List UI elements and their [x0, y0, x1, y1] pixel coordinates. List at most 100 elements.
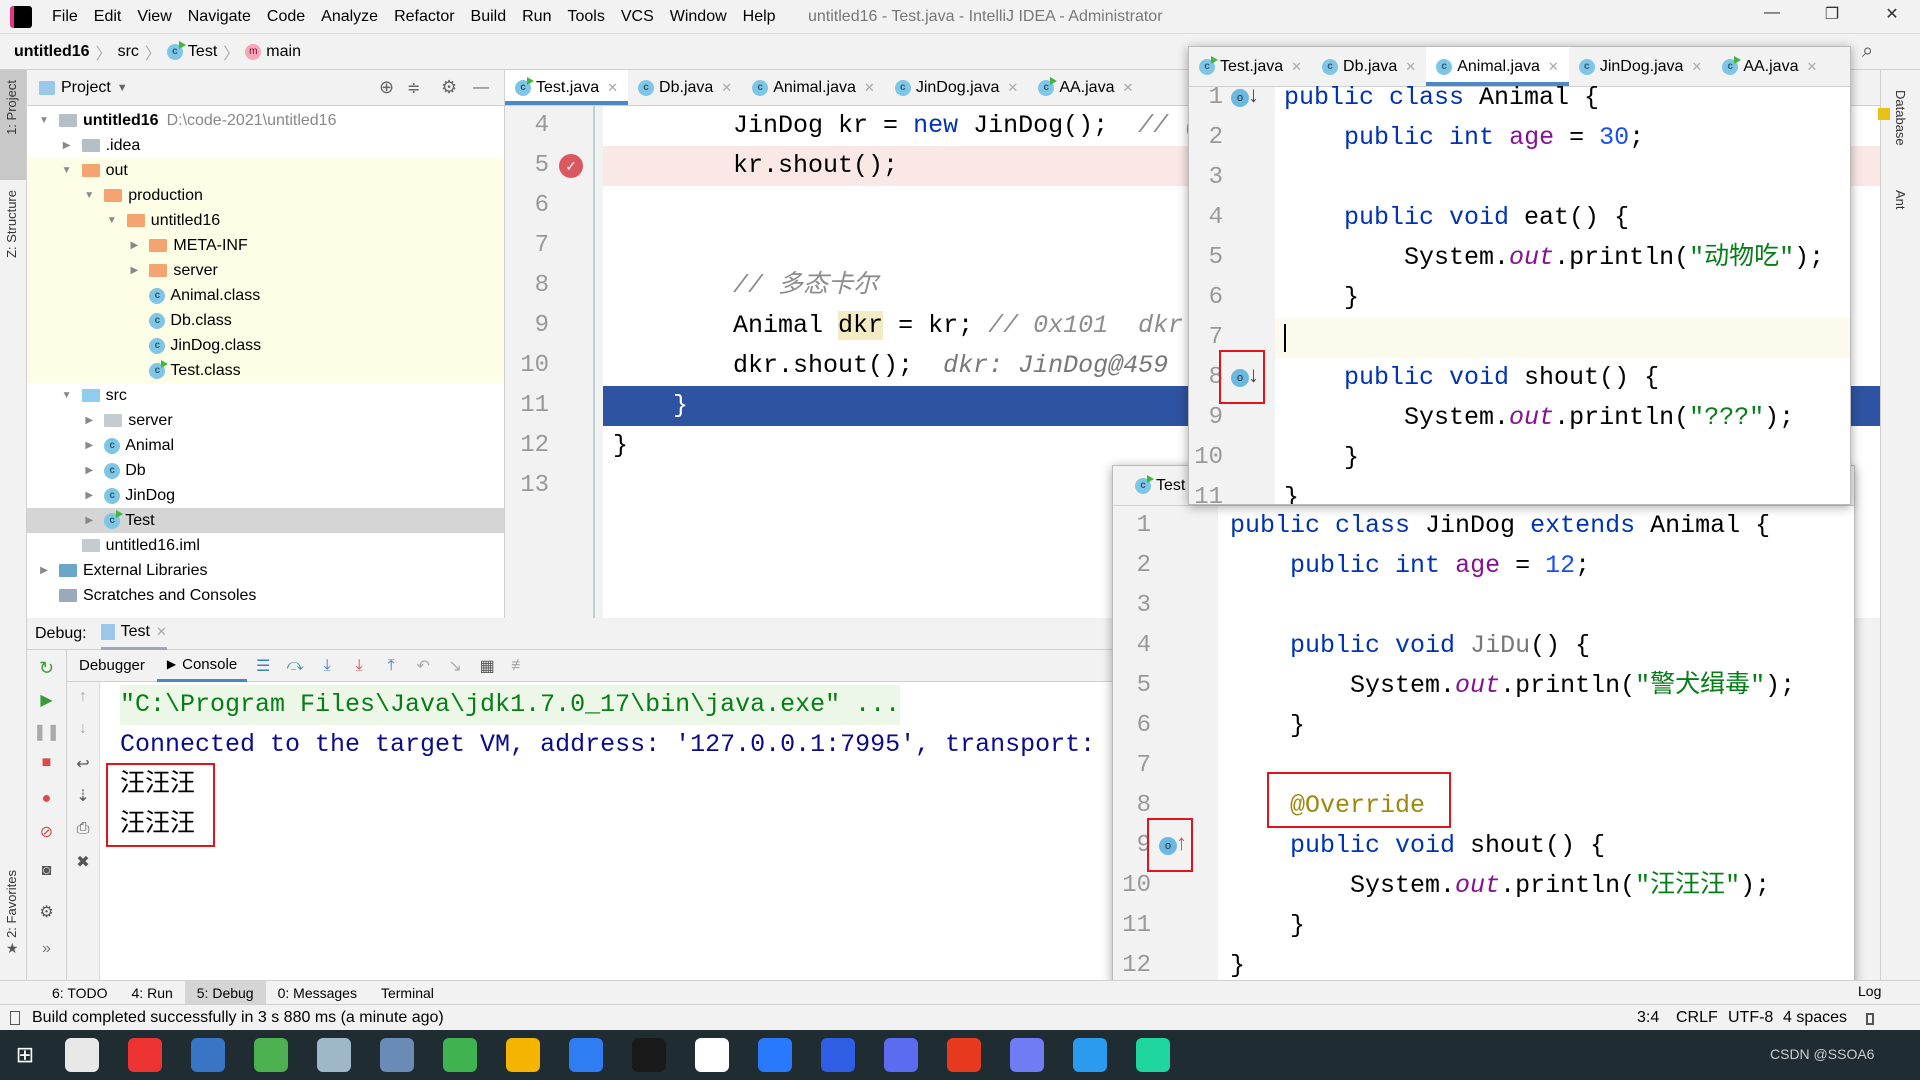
menu-analyze[interactable]: Analyze — [313, 8, 386, 26]
menu-tools[interactable]: Tools — [559, 8, 612, 26]
tree-item[interactable]: ▼ src — [27, 383, 504, 408]
chevron-down-icon[interactable]: ▼ — [117, 82, 128, 94]
breadcrumb-method[interactable]: main — [266, 43, 301, 61]
taskbar-app-icon[interactable] — [1009, 1038, 1044, 1072]
tool-tab-messages[interactable]: 0: Messages — [266, 981, 369, 1005]
taskbar-app-icon[interactable] — [253, 1038, 288, 1072]
close-tab-icon[interactable]: ✕ — [607, 80, 618, 96]
close-tab-icon[interactable]: ✕ — [1691, 59, 1702, 75]
up-icon[interactable]: ↑ — [67, 688, 99, 706]
soft-wrap-icon[interactable]: ↩ — [67, 754, 99, 774]
taskbar-app-icon[interactable] — [757, 1038, 792, 1072]
close-tab-icon[interactable]: ✕ — [1007, 80, 1018, 96]
expanded-arrow-icon[interactable]: ▼ — [105, 215, 119, 226]
force-step-into-icon[interactable]: ⤓ — [343, 657, 375, 675]
project-view-selector[interactable]: Project — [61, 79, 111, 97]
close-button[interactable]: ✕ — [1872, 4, 1912, 30]
taskbar-app-icon[interactable] — [442, 1038, 477, 1072]
collapsed-arrow-icon[interactable]: ▶ — [127, 240, 141, 251]
taskbar-app-icon[interactable] — [1135, 1038, 1170, 1072]
close-tab-icon[interactable]: ✕ — [721, 80, 732, 96]
tab-animal-java[interactable]: c Animal.java ✕ — [742, 70, 885, 105]
tree-item[interactable]: ▶ c Db — [27, 458, 504, 483]
menu-file[interactable]: File — [44, 8, 86, 26]
tab-db-java[interactable]: c Db.java ✕ — [628, 70, 742, 105]
collapse-all-icon[interactable]: ≑ — [407, 78, 420, 98]
collapsed-arrow-icon[interactable]: ▶ — [82, 490, 96, 501]
taskbar-app-icon[interactable] — [505, 1038, 540, 1072]
taskbar-app-icon[interactable] — [631, 1038, 666, 1072]
breadcrumb-project[interactable]: untitled16 — [14, 43, 90, 61]
tree-item[interactable]: ▶ server — [27, 408, 504, 433]
print-icon[interactable]: ⎙ — [67, 820, 99, 838]
collapsed-arrow-icon[interactable]: ▶ — [82, 415, 96, 426]
tree-item[interactable]: c JinDog.class — [27, 333, 504, 358]
taskbar-app-icon[interactable] — [883, 1038, 918, 1072]
stop-icon[interactable]: ■ — [27, 754, 66, 772]
tool-windows-icon[interactable] — [10, 1010, 20, 1025]
taskbar-app-icon[interactable] — [568, 1038, 603, 1072]
trace-icon[interactable]: ≢ — [503, 657, 535, 675]
taskbar-app-icon[interactable] — [820, 1038, 855, 1072]
expanded-arrow-icon[interactable]: ▼ — [60, 165, 74, 176]
tree-item[interactable]: untitled16.iml — [27, 533, 504, 558]
menu-run[interactable]: Run — [514, 8, 559, 26]
menu-view[interactable]: View — [129, 8, 179, 26]
close-tab-icon[interactable]: ✕ — [1291, 59, 1302, 75]
tab-test-java[interactable]: c Test.java ✕ — [505, 70, 629, 105]
tree-item[interactable]: ▶ server — [27, 258, 504, 283]
clear-icon[interactable]: ✖ — [67, 852, 99, 872]
windows-start-icon[interactable]: ⊞ — [0, 1042, 50, 1068]
step-into-icon[interactable]: ⤓ — [311, 657, 343, 675]
database-tool-button[interactable]: Database — [1893, 90, 1908, 146]
restore-button[interactable]: ❐ — [1812, 4, 1852, 30]
evaluate-expression-icon[interactable]: ▦ — [471, 656, 503, 676]
debug-session-tab[interactable]: Test ✕ — [100, 618, 167, 650]
breadcrumb-class[interactable]: Test — [188, 43, 217, 61]
tool-tab-terminal[interactable]: Terminal — [369, 981, 446, 1005]
menu-refactor[interactable]: Refactor — [386, 8, 462, 26]
step-out-icon[interactable]: ⤒ — [375, 657, 407, 675]
tree-item[interactable]: ▼ production — [27, 183, 504, 208]
favorites-tool-button[interactable]: 2: Favorites — [4, 870, 19, 938]
step-over-icon[interactable]: ⤼ — [279, 657, 311, 675]
console-line[interactable]: "C:\Program Files\Java\jdk1.7.0_17\bin\j… — [120, 685, 901, 725]
expanded-arrow-icon[interactable]: ▼ — [60, 390, 74, 401]
minimize-button[interactable]: — — [1752, 4, 1792, 30]
tree-item[interactable]: ▼ out — [27, 158, 504, 183]
tree-item[interactable]: ▼ untitled16 D:\code-2021\untitled16 — [27, 108, 504, 133]
expanded-arrow-icon[interactable]: ▼ — [37, 115, 51, 126]
taskbar-app-icon[interactable] — [1072, 1038, 1107, 1072]
close-tab-icon[interactable]: ✕ — [1405, 59, 1416, 75]
hide-icon[interactable]: — — [473, 79, 489, 97]
debugger-tab[interactable]: Debugger — [67, 657, 157, 674]
tree-item[interactable]: ▶ External Libraries — [27, 558, 504, 583]
breadcrumb-src[interactable]: src — [118, 43, 139, 61]
more-icon[interactable]: » — [27, 940, 66, 958]
menu-navigate[interactable]: Navigate — [180, 8, 259, 26]
collapsed-arrow-icon[interactable]: ▶ — [82, 465, 96, 476]
close-tab-icon[interactable]: ✕ — [1122, 80, 1133, 96]
menu-window[interactable]: Window — [662, 8, 735, 26]
view-breakpoints-icon[interactable]: ● — [27, 790, 66, 808]
gear-icon[interactable]: ⚙ — [441, 77, 457, 98]
taskbar-app-icon[interactable] — [946, 1038, 981, 1072]
warning-marker[interactable] — [1878, 108, 1890, 120]
tree-item[interactable]: ▶ c JinDog — [27, 483, 504, 508]
collapsed-arrow-icon[interactable]: ▶ — [60, 140, 74, 151]
console-tab[interactable]: ▶ Console — [156, 650, 248, 682]
close-tab-icon[interactable]: ✕ — [1806, 59, 1817, 75]
event-log-button[interactable]: Log — [1858, 983, 1881, 999]
show-frames-icon[interactable]: ☰ — [247, 656, 279, 676]
taskbar-app-icon[interactable] — [316, 1038, 351, 1072]
collapsed-arrow-icon[interactable]: ▶ — [82, 515, 96, 526]
taskbar-app-icon[interactable] — [379, 1038, 414, 1072]
taskbar-app-icon[interactable] — [694, 1038, 729, 1072]
caret-position[interactable]: 3:4 — [1637, 1009, 1659, 1027]
tree-item[interactable]: ▶ .idea — [27, 133, 504, 158]
close-icon[interactable]: ✕ — [156, 624, 167, 640]
menu-help[interactable]: Help — [735, 8, 784, 26]
tree-item[interactable]: ▶ c Animal — [27, 433, 504, 458]
resume-icon[interactable]: ▶ — [27, 690, 66, 710]
breakpoint-icon[interactable]: ✓ — [559, 154, 583, 178]
